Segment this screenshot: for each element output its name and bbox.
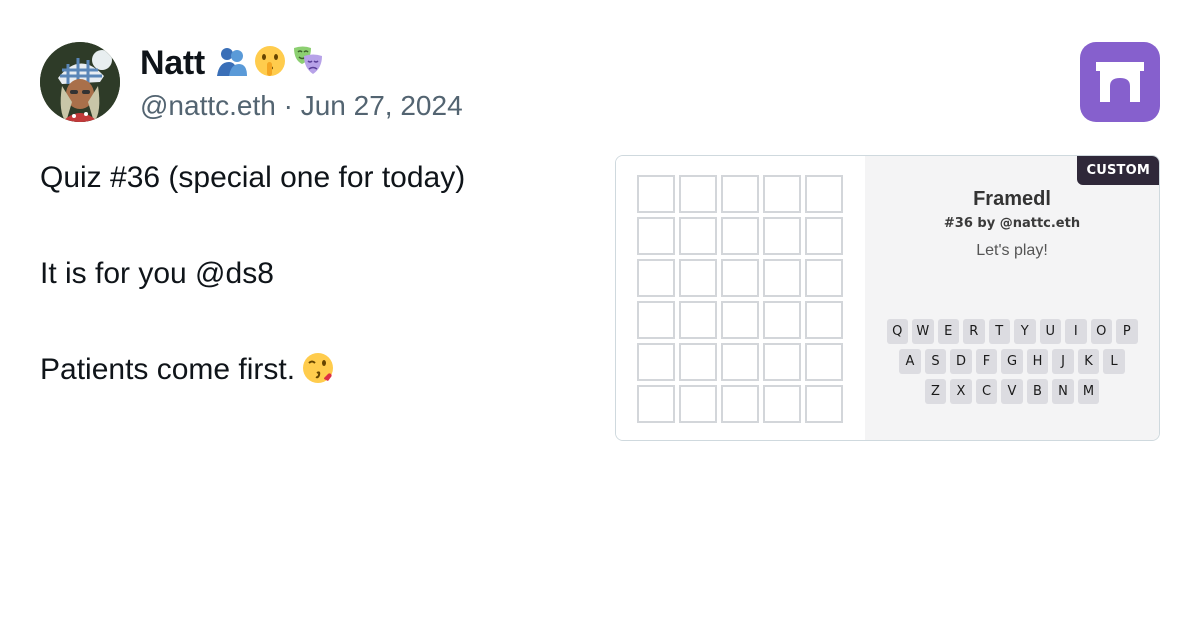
key-g: G (1001, 349, 1023, 374)
key-u: U (1039, 319, 1061, 344)
key-b: B (1026, 379, 1049, 404)
grid-cell (721, 217, 759, 255)
grid-cell (637, 175, 675, 213)
grid-cell (805, 175, 843, 213)
grid-cell (763, 301, 801, 339)
key-k: K (1077, 349, 1100, 374)
arch-icon (1096, 62, 1144, 102)
grid-cell (805, 385, 843, 423)
grid-cell (763, 175, 801, 213)
game-status: Let's play! (976, 242, 1048, 259)
grid-cell (637, 217, 675, 255)
key-h: H (1026, 349, 1049, 374)
grid-cell (679, 175, 717, 213)
key-f: F (975, 349, 998, 374)
post-line-2: It is for you @ds8 (40, 257, 274, 290)
letter-grid (637, 175, 843, 423)
app-logo[interactable] (1080, 42, 1160, 122)
grid-cell (805, 217, 843, 255)
key-y: Y (1014, 319, 1036, 344)
keyboard: QWERTYUIOP ASDFGHJKL ZXCVBNM (865, 319, 1159, 409)
key-s: S (924, 349, 947, 374)
grid-cell (679, 217, 717, 255)
people-hugging-emoji (215, 44, 249, 83)
keyboard-row-1: QWERTYUIOP (865, 319, 1159, 344)
grid-cell (763, 259, 801, 297)
game-info-panel: Framedl #36 by @nattc.eth Let's play! QW… (865, 156, 1159, 440)
key-z: Z (924, 379, 947, 404)
key-v: V (1001, 379, 1023, 404)
post-line-3: Patients come first. (40, 348, 600, 398)
keyboard-row-2: ASDFGHJKL (865, 349, 1159, 374)
key-i: I (1065, 319, 1087, 344)
grid-cell (805, 259, 843, 297)
key-x: X (950, 379, 972, 404)
grid-cell (805, 301, 843, 339)
keyboard-row-3: ZXCVBNM (865, 379, 1159, 404)
separator: · (283, 90, 293, 121)
grid-cell (763, 343, 801, 381)
grid-cell (637, 385, 675, 423)
face-blowing-a-kiss-emoji (301, 351, 335, 398)
handle[interactable]: @nattc.eth (140, 90, 276, 121)
key-j: J (1052, 349, 1074, 374)
grid-cell (763, 217, 801, 255)
grid-cell (679, 343, 717, 381)
key-m: M (1077, 379, 1100, 404)
key-d: D (950, 349, 972, 374)
grid-cell (721, 175, 759, 213)
post-line-1: Quiz #36 (special one for today) (40, 161, 466, 194)
grid-cell (721, 301, 759, 339)
key-p: P (1116, 319, 1138, 344)
game-title: Framedl (973, 188, 1051, 210)
key-q: Q (886, 319, 908, 344)
key-o: O (1090, 319, 1112, 344)
shushing-face-emoji (253, 44, 287, 83)
name-emojis (215, 44, 325, 83)
game-board (616, 156, 865, 440)
key-a: A (899, 349, 921, 374)
author-name-row: Natt (140, 44, 325, 83)
handle-date-row: @nattc.eth · Jun 27, 2024 (140, 90, 463, 122)
grid-cell (679, 259, 717, 297)
grid-cell (721, 259, 759, 297)
grid-cell (637, 259, 675, 297)
grid-cell (679, 301, 717, 339)
game-subtitle: #36 by @nattc.eth (943, 216, 1081, 231)
grid-cell (637, 343, 675, 381)
key-e: E (937, 319, 959, 344)
grid-cell (805, 343, 843, 381)
frame-card[interactable]: Framedl #36 by @nattc.eth Let's play! QW… (615, 155, 1160, 441)
grid-cell (637, 301, 675, 339)
key-t: T (988, 319, 1010, 344)
display-name[interactable]: Natt (140, 44, 205, 83)
custom-badge: CUSTOM (1077, 156, 1159, 185)
key-c: C (975, 379, 998, 404)
post-date[interactable]: Jun 27, 2024 (301, 90, 463, 121)
post-line-3-text: Patients come first. (40, 353, 296, 386)
performing-arts-emoji (291, 44, 325, 83)
grid-cell (763, 385, 801, 423)
key-r: R (963, 319, 985, 344)
grid-cell (721, 343, 759, 381)
grid-cell (679, 385, 717, 423)
key-l: L (1103, 349, 1125, 374)
key-n: N (1052, 379, 1074, 404)
grid-cell (721, 385, 759, 423)
key-w: W (912, 319, 934, 344)
avatar[interactable] (40, 42, 120, 122)
post-body: Quiz #36 (special one for today) It is f… (40, 156, 600, 398)
